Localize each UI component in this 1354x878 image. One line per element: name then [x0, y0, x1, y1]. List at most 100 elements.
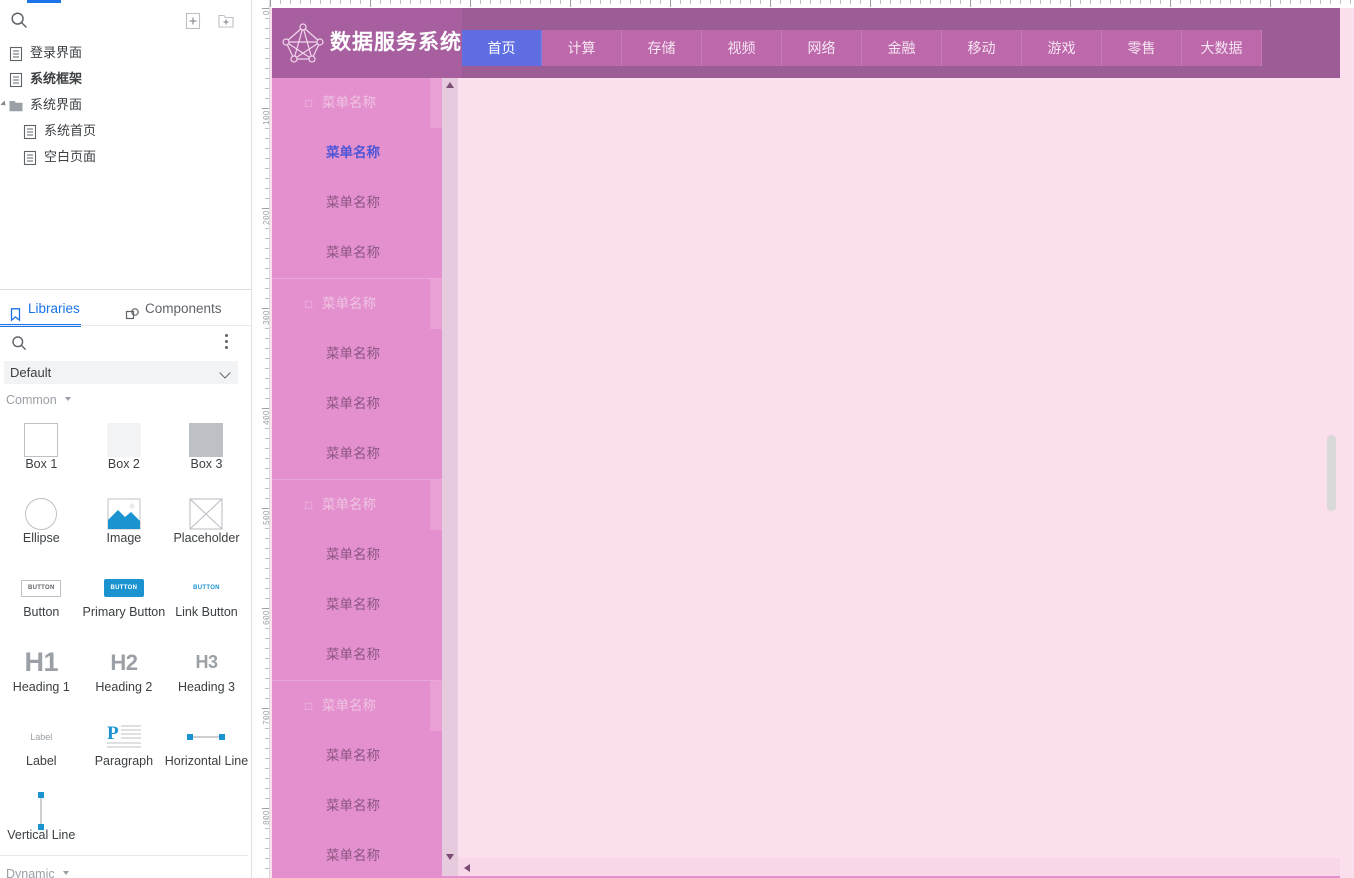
- mock-menu-item[interactable]: 菜单名称: [272, 128, 442, 178]
- ruler-tick: [265, 38, 269, 39]
- tab-libraries[interactable]: Libraries: [8, 292, 86, 326]
- design-canvas[interactable]: 数据服务系统 首页计算存储视频网络金融移动游戏零售大数据 □菜单名称菜单名称菜单…: [270, 8, 1354, 878]
- tree-row[interactable]: 系统界面: [0, 92, 252, 118]
- library-item-h2[interactable]: H2Heading 2: [83, 638, 166, 712]
- library-item-paragraph[interactable]: PParagraph: [83, 712, 166, 786]
- mock-nav-item[interactable]: 大数据: [1182, 30, 1262, 66]
- search-icon[interactable]: [10, 11, 28, 29]
- mock-menu-item[interactable]: 菜单名称: [272, 530, 442, 580]
- new-folder-icon[interactable]: [216, 11, 236, 31]
- tree-row[interactable]: 空白页面: [0, 144, 252, 170]
- mock-nav-item[interactable]: 视频: [702, 30, 782, 66]
- ruler-tick: [1090, 0, 1091, 4]
- mock-menu-item[interactable]: 菜单名称: [272, 178, 442, 228]
- mock-nav-item[interactable]: 移动: [942, 30, 1022, 66]
- library-item-button[interactable]: BUTTONButton: [0, 563, 83, 637]
- mock-nav-item[interactable]: 游戏: [1022, 30, 1102, 66]
- library-item-primary-button[interactable]: BUTTONPrimary Button: [83, 563, 166, 637]
- ruler-tick: [860, 0, 861, 4]
- library-select[interactable]: Default: [4, 361, 238, 384]
- bookmark-icon: [8, 301, 23, 316]
- mock-nav-item[interactable]: 金融: [862, 30, 942, 66]
- paragraph-preview: P: [83, 718, 166, 756]
- ruler-tick: [1030, 0, 1031, 4]
- mock-menu-group[interactable]: □菜单名称: [272, 78, 442, 128]
- mock-menu-group[interactable]: □菜单名称: [272, 480, 442, 530]
- box-shape: [107, 423, 141, 457]
- mock-menu-item[interactable]: 菜单名称: [272, 781, 442, 831]
- ruler-tick: [265, 148, 269, 149]
- ruler-tick: [270, 0, 271, 7]
- ruler-tick: [620, 0, 621, 4]
- library-group-dynamic[interactable]: Dynamic: [6, 867, 68, 878]
- mock-content-vertical-scrollbar[interactable]: [1324, 80, 1338, 858]
- tree-row[interactable]: 系统首页: [0, 118, 252, 144]
- new-page-icon[interactable]: [183, 11, 203, 31]
- tree-row[interactable]: 系统框架: [0, 66, 252, 92]
- tree-row[interactable]: 登录界面: [0, 40, 252, 66]
- library-item-hline[interactable]: Horizontal Line: [165, 712, 248, 786]
- library-item-label[interactable]: LabelLabel: [0, 712, 83, 786]
- mock-nav-item[interactable]: 存储: [622, 30, 702, 66]
- mock-menu-item[interactable]: 菜单名称: [272, 580, 442, 630]
- search-icon[interactable]: [11, 335, 27, 351]
- ruler-tick: [265, 418, 269, 419]
- ruler-tick: [960, 0, 961, 4]
- ruler-tick: [1070, 0, 1071, 7]
- tab-components[interactable]: Components: [125, 292, 235, 326]
- ruler-tick: [1350, 0, 1351, 4]
- more-vertical-icon[interactable]: [219, 334, 233, 352]
- mock-nav-item[interactable]: 零售: [1102, 30, 1182, 66]
- mock-menu-item[interactable]: 菜单名称: [272, 630, 442, 680]
- ruler-tick: [1210, 0, 1211, 4]
- scrollbar-thumb[interactable]: [1327, 435, 1336, 511]
- ruler-tick: [740, 0, 741, 4]
- mock-content-horizontal-scrollbar[interactable]: [458, 858, 1340, 878]
- library-item-link-button[interactable]: BUTTONLink Button: [165, 563, 248, 637]
- ruler-tick: [265, 688, 269, 689]
- library-item-box3[interactable]: Box 3: [165, 415, 248, 489]
- ruler-tick: [720, 0, 721, 4]
- library-item-h1[interactable]: H1Heading 1: [0, 638, 83, 712]
- mock-menu-group[interactable]: □菜单名称: [272, 279, 442, 329]
- mock-menu-item[interactable]: 菜单名称: [272, 379, 442, 429]
- image-preview: [83, 495, 166, 533]
- library-item-box2[interactable]: Box 2: [83, 415, 166, 489]
- ruler-tick: [265, 328, 269, 329]
- library-item-ellipse[interactable]: Ellipse: [0, 489, 83, 563]
- library-item-image[interactable]: Image: [83, 489, 166, 563]
- mock-side-menu-scrollbar[interactable]: [442, 78, 458, 878]
- library-item-vline[interactable]: Vertical Line: [0, 786, 83, 860]
- ruler-tick: [910, 0, 911, 4]
- ruler-tick: [265, 248, 269, 249]
- mock-logo-block: 数据服务系统: [272, 8, 462, 78]
- library-group-common[interactable]: Common: [6, 393, 70, 407]
- mock-menu-item[interactable]: 菜单名称: [272, 228, 442, 278]
- mock-menu-item[interactable]: 菜单名称: [272, 731, 442, 781]
- mock-nav-item[interactable]: 网络: [782, 30, 862, 66]
- ruler-tick: [1220, 0, 1221, 4]
- library-item-box1[interactable]: Box 1: [0, 415, 83, 489]
- chevron-icon[interactable]: [0, 100, 7, 107]
- scroll-down-arrow-icon[interactable]: [446, 854, 454, 860]
- mock-nav-item[interactable]: 计算: [542, 30, 622, 66]
- mock-menu-item[interactable]: 菜单名称: [272, 429, 442, 479]
- mock-menu-group[interactable]: □菜单名称: [272, 681, 442, 731]
- mock-nav-item[interactable]: 首页: [462, 30, 542, 66]
- ruler-tick: [265, 258, 269, 259]
- library-item-placeholder[interactable]: Placeholder: [165, 489, 248, 563]
- ruler-tick: [1190, 0, 1191, 4]
- label-preview: Label: [0, 718, 83, 756]
- library-item-label: Vertical Line: [0, 828, 89, 842]
- label-swatch: Label: [30, 732, 52, 742]
- tree-row-label: 空白页面: [44, 144, 96, 170]
- scroll-left-arrow-icon[interactable]: [464, 864, 470, 872]
- mock-menu-item[interactable]: 菜单名称: [272, 831, 442, 878]
- ruler-tick: [265, 378, 269, 379]
- ruler-tick: [540, 0, 541, 4]
- scroll-up-arrow-icon[interactable]: [446, 82, 454, 88]
- library-item-h3[interactable]: H3Heading 3: [165, 638, 248, 712]
- ruler-tick: [265, 618, 269, 619]
- components-icon: [125, 301, 140, 316]
- mock-menu-item[interactable]: 菜单名称: [272, 329, 442, 379]
